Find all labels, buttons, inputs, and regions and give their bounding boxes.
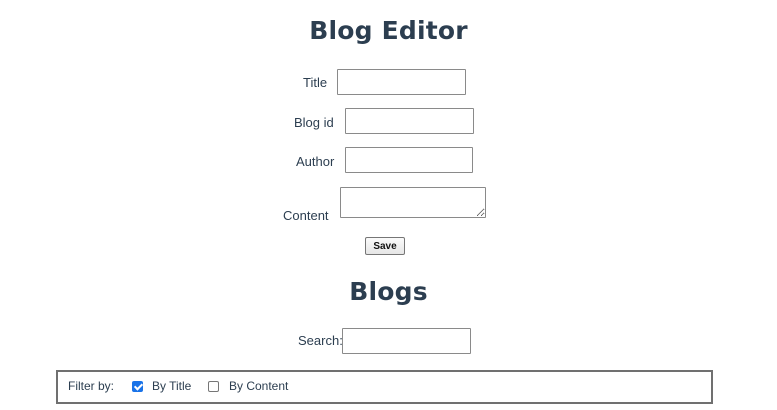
blog-editor-title: Blog Editor: [309, 16, 468, 45]
author-input[interactable]: [345, 147, 473, 173]
search-label: Search:: [298, 333, 343, 348]
blog-id-input[interactable]: [345, 108, 474, 134]
content-label: Content: [283, 208, 329, 223]
by-content-checkbox[interactable]: [208, 381, 219, 392]
blog-id-label: Blog id: [294, 115, 334, 130]
filter-label: Filter by:: [68, 379, 115, 393]
title-input[interactable]: [337, 69, 466, 95]
content-textarea[interactable]: [340, 187, 486, 218]
author-label: Author: [296, 154, 335, 169]
by-title-checkbox[interactable]: [132, 381, 143, 392]
blogs-title: Blogs: [349, 277, 428, 306]
title-label: Title: [303, 75, 328, 90]
filter-panel: Filter by: By Title By Content: [56, 370, 713, 404]
by-title-label[interactable]: By Title: [152, 379, 191, 393]
search-input[interactable]: [342, 328, 471, 354]
save-button[interactable]: Save: [365, 237, 405, 255]
by-content-label[interactable]: By Content: [229, 379, 288, 393]
